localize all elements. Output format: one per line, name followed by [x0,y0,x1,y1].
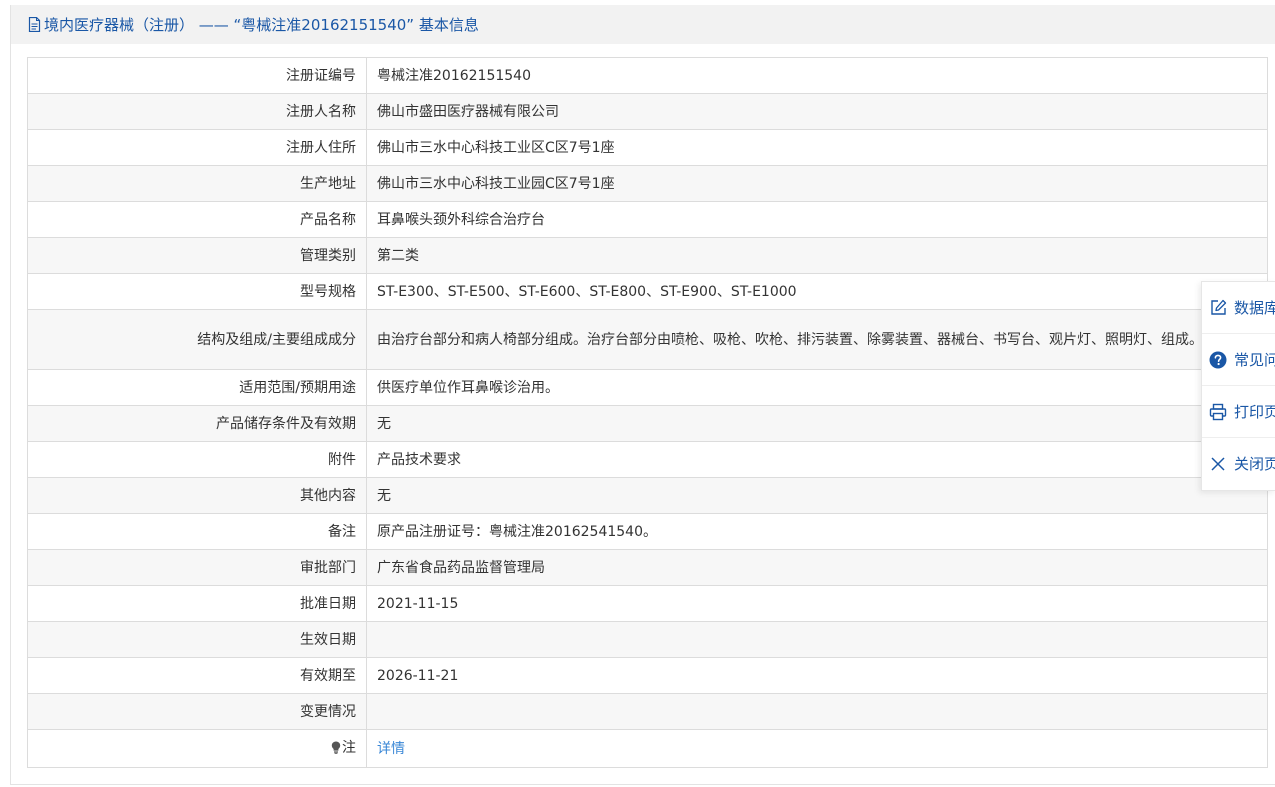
row-value: 原产品注册证号：粤械注准20162541540。 [366,513,1268,550]
print-icon [1209,403,1227,421]
info-panel: 境内医疗器械（注册） —— “粤械注准20162151540” 基本信息 注册证… [10,5,1275,785]
edit-icon [1209,299,1227,317]
row-label: 其他内容 [27,477,367,514]
table-row: 有效期至 2026-11-21 [27,657,1268,694]
float-menu-close[interactable]: 关闭页 [1202,438,1275,489]
float-menu-database[interactable]: 数据库 [1202,282,1275,334]
row-label: 注册人住所 [27,129,367,166]
float-menu-label: 关闭页 [1234,455,1275,473]
row-label: 适用范围/预期用途 [27,369,367,406]
row-value: ST-E300、ST-E500、ST-E600、ST-E800、ST-E900、… [366,273,1268,310]
row-value: 2026-11-21 [366,657,1268,694]
row-label: 有效期至 [27,657,367,694]
float-menu-faq[interactable]: 常见问 [1202,334,1275,386]
table-row: 批准日期 2021-11-15 [27,585,1268,622]
document-icon [28,17,42,33]
note-label-cell: 注 [27,729,367,768]
row-label: 管理类别 [27,237,367,274]
table-row: 结构及组成/主要组成成分 由治疗台部分和病人椅部分组成。治疗台部分由喷枪、吸枪、吹… [27,309,1268,370]
row-label: 生产地址 [27,165,367,202]
row-label: 生效日期 [27,621,367,658]
table-row: 适用范围/预期用途 供医疗单位作耳鼻喉诊治用。 [27,369,1268,406]
row-label: 产品储存条件及有效期 [27,405,367,442]
row-value: 由治疗台部分和病人椅部分组成。治疗台部分由喷枪、吸枪、吹枪、排污装置、除雾装置、… [366,309,1268,370]
row-value: 无 [366,477,1268,514]
floating-menu: 数据库 常见问 打印页 关闭页 [1201,281,1275,491]
row-label: 注册人名称 [27,93,367,130]
row-value: 佛山市三水中心科技工业园C区7号1座 [366,165,1268,202]
float-menu-label: 打印页 [1234,403,1275,421]
table-row: 管理类别 第二类 [27,237,1268,274]
row-value: 供医疗单位作耳鼻喉诊治用。 [366,369,1268,406]
row-value [366,693,1268,730]
table-row: 注册证编号 粤械注准20162151540 [27,57,1268,94]
note-value-cell: 详情 [366,729,1268,768]
row-label: 备注 [27,513,367,550]
page-title: 境内医疗器械（注册） —— “粤械注准20162151540” 基本信息 [44,16,479,34]
row-label: 审批部门 [27,549,367,586]
row-value: 粤械注准20162151540 [366,57,1268,94]
row-value: 佛山市盛田医疗器械有限公司 [366,93,1268,130]
table-row: 产品储存条件及有效期无 [27,405,1268,442]
row-value: 广东省食品药品监督管理局 [366,549,1268,586]
details-link[interactable]: 详情 [377,741,405,757]
row-value: 2021-11-15 [366,585,1268,622]
table-row: 附件 产品技术要求 [27,441,1268,478]
row-label: 附件 [27,441,367,478]
row-value: 佛山市三水中心科技工业区C区7号1座 [366,129,1268,166]
float-menu-print[interactable]: 打印页 [1202,386,1275,438]
table-row: 注册人名称 佛山市盛田医疗器械有限公司 [27,93,1268,130]
lightbulb-icon [331,738,341,762]
row-label: 产品名称 [27,201,367,238]
table-row: 其他内容无 [27,477,1268,514]
row-label: 注册证编号 [27,57,367,94]
row-label: 变更情况 [27,693,367,730]
table-row: 产品名称 耳鼻喉头颈外科综合治疗台 [27,201,1268,238]
table-row: 变更情况 [27,693,1268,730]
table-row: 生产地址 佛山市三水中心科技工业园C区7号1座 [27,165,1268,202]
row-value [366,621,1268,658]
float-menu-label: 数据库 [1234,299,1275,317]
row-label: 型号规格 [27,273,367,310]
table-row: 注册人住所 佛山市三水中心科技工业区C区7号1座 [27,129,1268,166]
table-row: 审批部门 广东省食品药品监督管理局 [27,549,1268,586]
close-icon [1209,455,1227,473]
note-label: 注 [342,739,356,756]
panel-header: 境内医疗器械（注册） —— “粤械注准20162151540” 基本信息 [11,5,1275,44]
row-label: 结构及组成/主要组成成分 [27,309,367,370]
row-value: 耳鼻喉头颈外科综合治疗台 [366,201,1268,238]
float-menu-label: 常见问 [1234,351,1275,369]
help-icon [1209,351,1227,369]
table-row: 生效日期 [27,621,1268,658]
table-row: 型号规格 ST-E300、ST-E500、ST-E600、ST-E800、ST-E… [27,273,1268,310]
note-row: 注 详情 [27,729,1268,768]
row-label: 批准日期 [27,585,367,622]
row-value: 无 [366,405,1268,442]
info-table: 注册证编号 粤械注准20162151540 注册人名称 佛山市盛田医疗器械有限公司 … [27,57,1268,768]
row-value: 第二类 [366,237,1268,274]
row-value: 产品技术要求 [366,441,1268,478]
table-row: 备注 原产品注册证号：粤械注准20162541540。 [27,513,1268,550]
page: 境内医疗器械（注册） —— “粤械注准20162151540” 基本信息 注册证… [0,0,1275,787]
